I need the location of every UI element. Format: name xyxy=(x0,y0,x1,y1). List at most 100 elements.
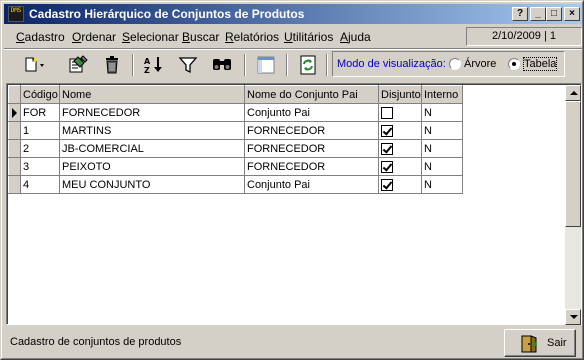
table-row[interactable]: 2 JB-COMERCIAL FORNECEDOR N xyxy=(8,139,463,158)
help-button[interactable]: ? xyxy=(512,7,528,21)
arrow-down-icon xyxy=(570,315,578,319)
table-row[interactable]: 1 MARTINS FORNECEDOR N xyxy=(8,121,463,140)
cell-disjunto[interactable] xyxy=(378,121,422,140)
menu-buscar[interactable]: Buscar xyxy=(182,30,219,44)
status-text: Cadastro de conjuntos de produtos xyxy=(10,336,182,348)
col-header-codigo[interactable]: Código xyxy=(20,85,60,104)
cell-interno[interactable]: N xyxy=(421,121,463,140)
cell-conjunto-pai[interactable]: FORNECEDOR xyxy=(244,157,379,176)
menu-cadastro[interactable]: Cadastro xyxy=(16,30,65,44)
cell-nome[interactable]: FORNECEDOR xyxy=(59,103,245,122)
disjunto-checkbox[interactable] xyxy=(381,106,393,119)
date-info: 2/10/2009 | 1 xyxy=(466,27,582,46)
grid-viewport: Código Nome Nome do Conjunto Pai Disjunt… xyxy=(7,84,581,325)
cell-codigo[interactable]: FOR xyxy=(20,103,60,122)
door-exit-icon xyxy=(519,334,539,357)
table-row[interactable]: FOR FORNECEDOR Conjunto Pai N xyxy=(8,103,463,122)
app-icon: DMS xyxy=(8,6,24,22)
cell-codigo[interactable]: 1 xyxy=(20,121,60,140)
cell-interno[interactable]: N xyxy=(421,103,463,122)
menu-ajuda[interactable]: Ajuda xyxy=(340,30,371,44)
col-header-nome[interactable]: Nome xyxy=(59,85,245,104)
scroll-down-button[interactable] xyxy=(565,309,581,325)
row-indicator[interactable] xyxy=(8,139,21,158)
grid-corner xyxy=(8,85,21,104)
cell-interno[interactable]: N xyxy=(421,139,463,158)
title-bar[interactable]: DMS Cadastro Hierárquico de Conjuntos de… xyxy=(4,4,582,24)
main-window: DMS Cadastro Hierárquico de Conjuntos de… xyxy=(0,0,584,360)
cell-conjunto-pai[interactable]: Conjunto Pai xyxy=(244,175,379,194)
menu-relatorios[interactable]: Relatórios xyxy=(225,30,279,44)
menu-ordenar[interactable]: Ordenar xyxy=(72,30,116,44)
maximize-button[interactable]: □ xyxy=(546,7,562,21)
toolbar-separator xyxy=(286,54,288,76)
cell-nome[interactable]: MEU CONJUNTO xyxy=(59,175,245,194)
radio-tree[interactable] xyxy=(449,58,461,70)
sort-icon[interactable]: AZ xyxy=(142,53,166,77)
disjunto-checkbox[interactable] xyxy=(381,160,393,173)
radio-table[interactable] xyxy=(508,58,520,70)
window-title: Cadastro Hierárquico de Conjuntos de Pro… xyxy=(29,7,305,21)
edit-icon[interactable] xyxy=(66,53,90,77)
cell-nome[interactable]: JB-COMERCIAL xyxy=(59,139,245,158)
refresh-icon[interactable] xyxy=(296,53,320,77)
cell-disjunto[interactable] xyxy=(378,139,422,158)
toolbar-separator xyxy=(326,54,328,76)
grid-header-row: Código Nome Nome do Conjunto Pai Disjunt… xyxy=(8,85,463,104)
layout-icon[interactable] xyxy=(254,53,278,77)
cell-interno[interactable]: N xyxy=(421,157,463,176)
svg-text:A: A xyxy=(144,57,151,66)
cell-codigo[interactable]: 3 xyxy=(20,157,60,176)
cell-disjunto[interactable] xyxy=(378,175,422,194)
filter-icon[interactable] xyxy=(176,53,200,77)
cell-conjunto-pai[interactable]: FORNECEDOR xyxy=(244,121,379,140)
status-bar: Cadastro de conjuntos de produtos Sair xyxy=(4,326,582,360)
grid-table: Código Nome Nome do Conjunto Pai Disjunt… xyxy=(8,85,463,194)
vertical-scrollbar[interactable] xyxy=(565,85,581,325)
arrow-up-icon xyxy=(570,91,578,95)
menu-utilitarios[interactable]: Utilitários xyxy=(284,30,333,44)
delete-icon[interactable] xyxy=(100,53,124,77)
cell-interno[interactable]: N xyxy=(421,175,463,194)
col-header-interno[interactable]: Interno xyxy=(421,85,463,104)
disjunto-checkbox[interactable] xyxy=(381,178,393,191)
cell-nome[interactable]: PEIXOTO xyxy=(59,157,245,176)
view-mode-label: Modo de visualização: xyxy=(337,58,446,70)
radio-table-label[interactable]: Tabela xyxy=(522,57,558,71)
close-button[interactable]: × xyxy=(564,7,580,21)
cell-nome[interactable]: MARTINS xyxy=(59,121,245,140)
row-indicator[interactable] xyxy=(8,157,21,176)
cell-disjunto[interactable] xyxy=(378,103,422,122)
cell-conjunto-pai[interactable]: FORNECEDOR xyxy=(244,139,379,158)
toolbar: AZ Modo de visualização: Árvore Tabela xyxy=(4,50,582,80)
current-row-pointer-icon xyxy=(12,107,17,118)
radio-tree-label[interactable]: Árvore xyxy=(464,58,496,70)
row-indicator[interactable] xyxy=(8,103,21,122)
row-indicator[interactable] xyxy=(8,121,21,140)
menu-bar: Cadastro Ordenar Selecionar Buscar Relat… xyxy=(4,26,582,48)
scroll-thumb[interactable] xyxy=(565,101,581,227)
toolbar-separator xyxy=(132,54,134,76)
svg-text:Z: Z xyxy=(144,66,150,75)
exit-button[interactable]: Sair xyxy=(504,329,576,357)
data-grid[interactable]: Código Nome Nome do Conjunto Pai Disjunt… xyxy=(6,83,582,325)
disjunto-checkbox[interactable] xyxy=(381,142,393,155)
cell-codigo[interactable]: 4 xyxy=(20,175,60,194)
scroll-up-button[interactable] xyxy=(565,85,581,101)
menu-selecionar[interactable]: Selecionar xyxy=(122,30,179,44)
grid-body: FOR FORNECEDOR Conjunto Pai N 1 MARTINS FORNEC… xyxy=(8,103,463,194)
disjunto-checkbox[interactable] xyxy=(381,124,393,137)
col-header-disjunto[interactable]: Disjunto xyxy=(378,85,422,104)
row-indicator[interactable] xyxy=(8,175,21,194)
table-row[interactable]: 4 MEU CONJUNTO Conjunto Pai N xyxy=(8,175,463,194)
cell-conjunto-pai[interactable]: Conjunto Pai xyxy=(244,103,379,122)
cell-codigo[interactable]: 2 xyxy=(20,139,60,158)
exit-label: Sair xyxy=(547,337,567,349)
cell-disjunto[interactable] xyxy=(378,157,422,176)
window-frame: DMS Cadastro Hierárquico de Conjuntos de… xyxy=(1,1,583,359)
new-icon[interactable] xyxy=(22,53,46,77)
find-icon[interactable] xyxy=(210,53,234,77)
table-row[interactable]: 3 PEIXOTO FORNECEDOR N xyxy=(8,157,463,176)
col-header-conjunto-pai[interactable]: Nome do Conjunto Pai xyxy=(244,85,379,104)
minimize-button[interactable]: _ xyxy=(530,7,546,21)
